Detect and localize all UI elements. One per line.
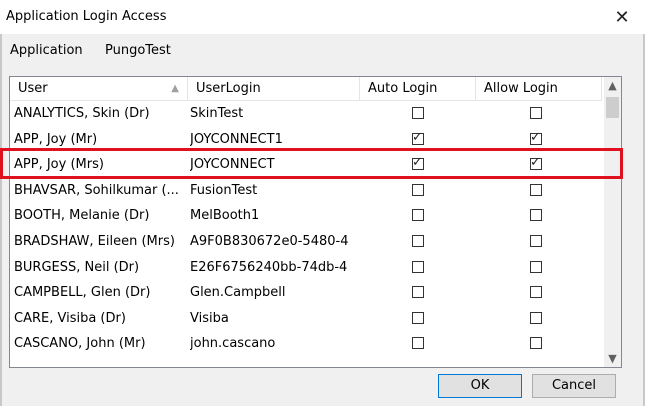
- allow-login-checkbox[interactable]: [530, 234, 542, 247]
- allow-login-checkbox[interactable]: [530, 209, 542, 222]
- table-row[interactable]: BOOTH, Melanie (Dr) MelBooth1: [10, 203, 602, 229]
- scroll-down-icon[interactable]: ▼: [604, 352, 621, 365]
- allow-login-checkbox[interactable]: [530, 183, 542, 196]
- userlogin-cell: Visiba: [190, 310, 229, 326]
- allow-login-checkbox[interactable]: [530, 286, 542, 299]
- table-row[interactable]: BURGESS, Neil (Dr) E26F6756240bb-74db-4: [10, 255, 602, 281]
- auto-login-checkbox[interactable]: [412, 234, 424, 247]
- user-cell: CAMPBELL, Glen (Dr): [14, 285, 151, 301]
- user-cell: BHAVSAR, Sohilkumar (...: [14, 182, 179, 198]
- userlogin-cell: Glen.Campbell: [190, 285, 286, 301]
- title-bar: Application Login Access ✕: [0, 0, 645, 34]
- table-row[interactable]: BRADSHAW, Eileen (Mrs) A9F0B830672e0-5480…: [10, 229, 602, 255]
- scroll-up-icon[interactable]: ▲: [604, 79, 621, 92]
- userlogin-cell: john.cascano: [190, 336, 276, 352]
- table-row[interactable]: CASCANO, John (Mr) john.cascano: [10, 331, 602, 357]
- userlogin-cell: SkinTest: [190, 106, 244, 121]
- allow-login-checkbox[interactable]: ✓: [530, 130, 542, 145]
- auto-login-checkbox[interactable]: [412, 337, 424, 350]
- auto-login-checkbox[interactable]: [412, 260, 424, 273]
- window-title: Application Login Access: [6, 9, 167, 24]
- application-label: Application: [10, 43, 83, 58]
- userlogin-cell: A9F0B830672e0-5480-4: [190, 233, 349, 249]
- checkmark-icon: ✓: [412, 129, 423, 145]
- column-header-allow-login[interactable]: Allow Login: [476, 77, 602, 100]
- sort-ascending-icon: ▲: [171, 83, 179, 94]
- user-cell: BRADSHAW, Eileen (Mrs): [14, 233, 175, 249]
- user-cell: CASCANO, John (Mr): [14, 336, 146, 352]
- user-login-grid[interactable]: User ▲ UserLogin Auto Login Allow Login …: [9, 76, 622, 368]
- user-cell: BURGESS, Neil (Dr): [14, 259, 140, 275]
- userlogin-cell: MelBooth1: [190, 208, 260, 224]
- table-row[interactable]: CARE, Visiba (Dr) Visiba: [10, 306, 602, 332]
- grid-header: User ▲ UserLogin Auto Login Allow Login: [10, 77, 602, 101]
- table-row[interactable]: BHAVSAR, Sohilkumar (... FusionTest: [10, 178, 602, 204]
- auto-login-checkbox[interactable]: ✓: [412, 130, 424, 145]
- column-header-user[interactable]: User ▲: [10, 77, 188, 100]
- close-button[interactable]: ✕: [599, 0, 645, 34]
- allow-login-checkbox[interactable]: [530, 260, 542, 273]
- checkmark-icon: ✓: [530, 129, 541, 145]
- user-cell: CARE, Visiba (Dr): [14, 310, 126, 326]
- application-value: PungoTest: [105, 43, 171, 58]
- ok-button[interactable]: OK: [438, 374, 522, 398]
- table-row[interactable]: CAMPBELL, Glen (Dr) Glen.Campbell: [10, 280, 602, 306]
- grid-rows: ANALYTICS, Skin (Dr) SkinTest APP, Joy (Mr…: [10, 101, 602, 357]
- column-header-auto-login[interactable]: Auto Login: [360, 77, 476, 100]
- auto-login-checkbox[interactable]: [412, 209, 424, 222]
- window-left-edge: [0, 0, 2, 406]
- auto-login-checkbox[interactable]: [412, 107, 424, 119]
- user-cell: ANALYTICS, Skin (Dr): [14, 106, 150, 121]
- userlogin-cell: FusionTest: [190, 182, 258, 198]
- auto-login-checkbox[interactable]: [412, 311, 424, 324]
- auto-login-checkbox[interactable]: [412, 286, 424, 299]
- cancel-button[interactable]: Cancel: [532, 374, 616, 398]
- allow-login-checkbox[interactable]: [530, 311, 542, 324]
- close-icon: ✕: [614, 6, 630, 28]
- application-row: Application PungoTest: [10, 43, 171, 58]
- highlight-annotation: [0, 148, 623, 179]
- column-header-userlogin[interactable]: UserLogin: [188, 77, 360, 100]
- scroll-thumb[interactable]: [606, 97, 619, 118]
- userlogin-cell: E26F6756240bb-74db-4: [190, 259, 348, 275]
- auto-login-checkbox[interactable]: [412, 183, 424, 196]
- user-cell: BOOTH, Melanie (Dr): [14, 208, 150, 224]
- allow-login-checkbox[interactable]: [530, 107, 542, 119]
- allow-login-checkbox[interactable]: [530, 337, 542, 350]
- vertical-scrollbar[interactable]: ▲ ▼: [604, 77, 621, 367]
- table-row[interactable]: ANALYTICS, Skin (Dr) SkinTest: [10, 101, 602, 127]
